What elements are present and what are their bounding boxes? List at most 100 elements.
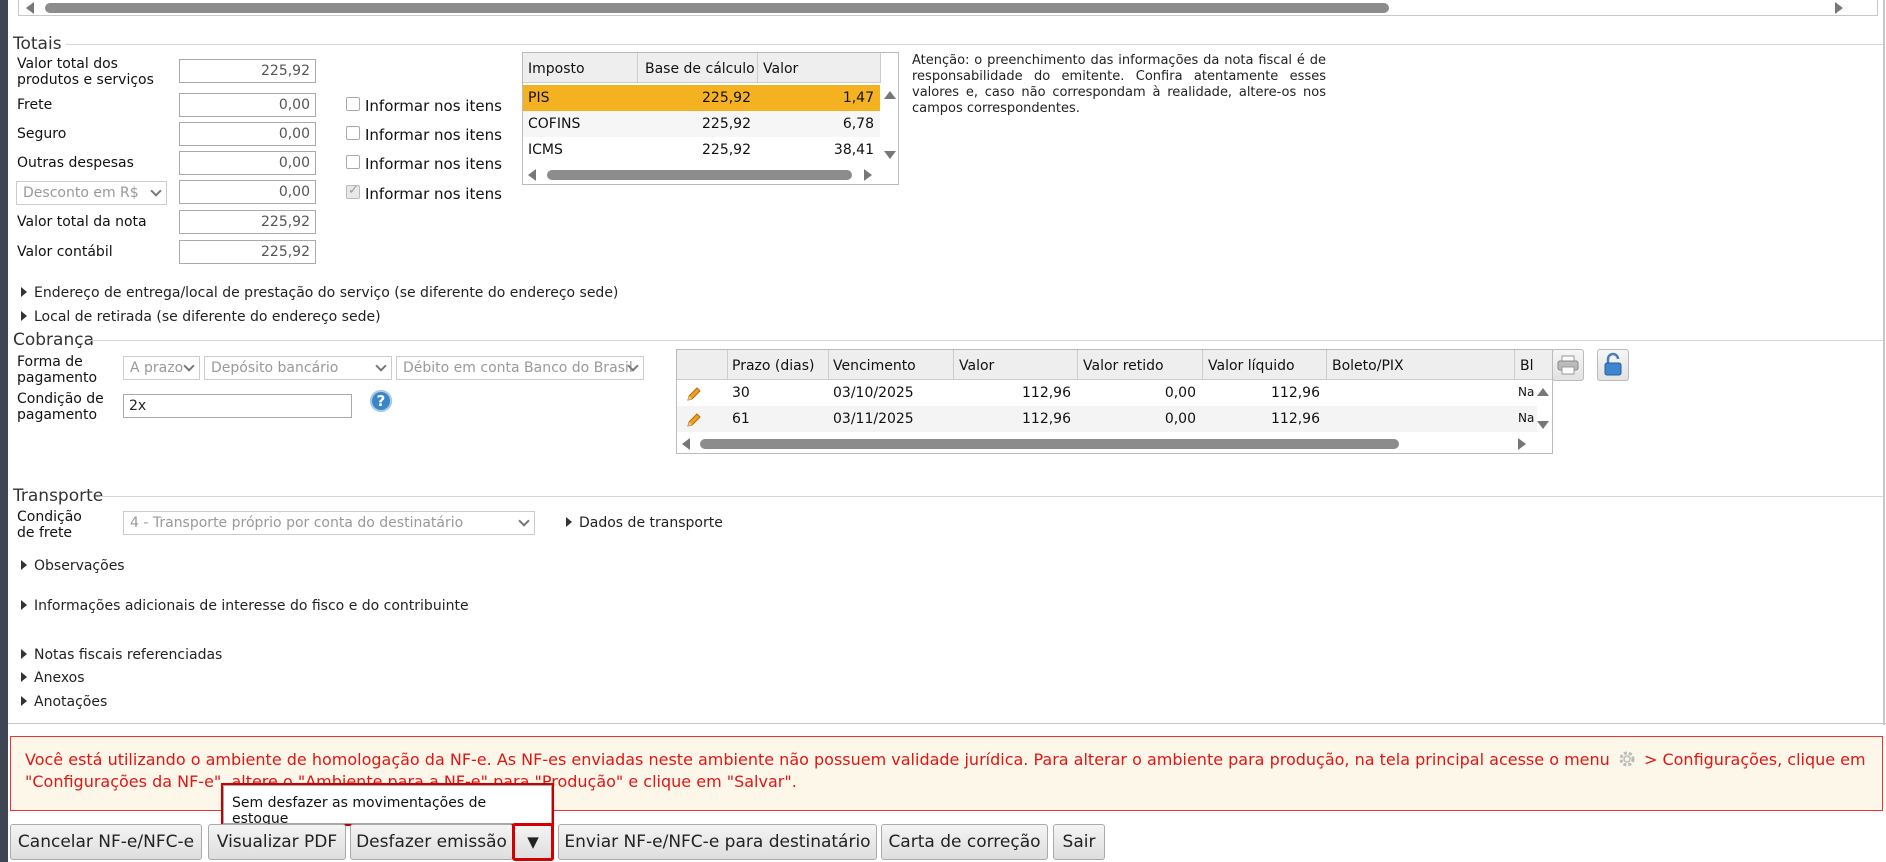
chevron-down-icon xyxy=(150,185,162,197)
impostos-grid: Imposto Base de cálculo Valor PIS 225,92… xyxy=(522,52,899,185)
imposto-cell: COFINS xyxy=(528,116,581,132)
scroll-up-icon[interactable] xyxy=(1537,388,1549,396)
print-button[interactable] xyxy=(1552,349,1584,381)
scroll-down-icon[interactable] xyxy=(884,151,896,159)
informar-itens-seguro-checkbox[interactable] xyxy=(346,126,360,140)
expander-observacoes[interactable]: Observações xyxy=(21,558,125,574)
visualizar-pdf-button[interactable]: Visualizar PDF xyxy=(208,824,346,860)
label-forma-pagamento: Forma de pagamento xyxy=(17,354,98,386)
expand-arrow-icon xyxy=(21,560,27,570)
expander-informacoes-adicionais[interactable]: Informações adicionais de interesse do f… xyxy=(21,598,469,614)
condicao-frete-select[interactable]: 4 - Transporte próprio por conta do dest… xyxy=(123,511,535,535)
expander-anotacoes[interactable]: Anotações xyxy=(21,694,107,710)
header-prazo: Prazo (dias) xyxy=(732,358,815,374)
scroll-right-icon[interactable] xyxy=(1835,2,1843,14)
scroll-up-icon[interactable] xyxy=(884,91,896,99)
expander-notas-referenciadas[interactable]: Notas fiscais referenciadas xyxy=(21,647,222,663)
header-vencimento: Vencimento xyxy=(833,358,916,374)
label-frete: Frete xyxy=(17,97,53,113)
valor-total-produtos-field[interactable]: 225,92 xyxy=(179,59,316,83)
condicao-pagamento-input[interactable]: 2x xyxy=(123,394,352,418)
base-cell: 225,92 xyxy=(702,90,751,106)
scroll-left-icon[interactable] xyxy=(528,169,536,181)
prazo-cell: 30 xyxy=(732,385,750,401)
chevron-down-icon xyxy=(518,515,530,527)
atencao-text: Atenção: o preenchimento das informações… xyxy=(912,53,1326,116)
bl-cell: Na xyxy=(1518,385,1535,399)
forma-select-conta[interactable]: Débito em conta Banco do Brasil xyxy=(396,356,644,380)
gear-icon xyxy=(1619,751,1635,767)
parcelas-grid: Prazo (dias) Vencimento Valor Valor reti… xyxy=(676,349,1553,454)
scroll-right-icon[interactable] xyxy=(864,169,872,181)
expander-dados-transporte[interactable]: Dados de transporte xyxy=(566,515,723,531)
help-icon[interactable]: ? xyxy=(370,390,392,412)
forma-select-tipo[interactable]: Depósito bancário xyxy=(204,356,392,380)
valor-contabil-field[interactable]: 225,92 xyxy=(179,240,316,264)
desfazer-emissao-button[interactable]: Desfazer emissão xyxy=(350,824,513,860)
expander-anexos[interactable]: Anexos xyxy=(21,670,85,686)
section-divider xyxy=(100,496,1883,497)
label-condicao-pagamento: Condição de pagamento xyxy=(17,391,104,423)
impostos-scrollbar-thumb[interactable] xyxy=(547,170,852,180)
section-title-transporte: Transporte xyxy=(13,486,104,506)
informar-itens-outras-checkbox[interactable] xyxy=(346,155,360,169)
retido-cell: 0,00 xyxy=(1164,411,1196,427)
outras-despesas-field[interactable]: 0,00 xyxy=(179,151,316,175)
header-boleto-pix: Boleto/PIX xyxy=(1332,358,1404,374)
imposto-cell: PIS xyxy=(528,90,550,106)
desfazer-dropdown-toggle[interactable]: ▼ xyxy=(512,823,554,861)
scroll-down-icon[interactable] xyxy=(1537,421,1549,429)
valor-cell: 38,41 xyxy=(833,142,874,158)
chevron-down-icon xyxy=(375,360,387,372)
cancelar-nfe-button[interactable]: Cancelar NF-e/NFC-e xyxy=(10,824,202,860)
scrollbar-thumb[interactable] xyxy=(45,3,1389,13)
expand-arrow-icon xyxy=(21,696,27,706)
unlock-button[interactable] xyxy=(1597,349,1629,381)
liquido-cell: 112,96 xyxy=(1271,411,1320,427)
parcelas-scrollbar-thumb[interactable] xyxy=(700,439,1399,449)
seguro-field[interactable]: 0,00 xyxy=(179,122,316,146)
frete-field[interactable]: 0,00 xyxy=(179,93,316,117)
expander-local-retirada[interactable]: Local de retirada (se diferente do ender… xyxy=(21,309,381,325)
expand-arrow-icon xyxy=(21,311,27,321)
label-valor-total-produtos: Valor total dos produtos e serviços xyxy=(17,56,154,88)
expand-arrow-icon xyxy=(21,287,27,297)
enviar-nfe-button[interactable]: Enviar NF-e/NFC-e para destinatário xyxy=(558,824,877,860)
retido-cell: 0,00 xyxy=(1164,385,1196,401)
liquido-cell: 112,96 xyxy=(1271,385,1320,401)
valor-total-nota-field[interactable]: 225,92 xyxy=(179,210,316,234)
sem-desfazer-menu-item[interactable]: Sem desfazer as movimentações de estoque xyxy=(223,785,552,827)
label-outras-despesas: Outras despesas xyxy=(17,155,134,171)
label-condicao-frete: Condição de frete xyxy=(17,509,82,541)
informar-itens-desconto-checkbox[interactable] xyxy=(346,183,360,199)
section-divider xyxy=(91,340,1883,341)
vencimento-cell: 03/11/2025 xyxy=(833,411,914,427)
informar-itens-frete-checkbox[interactable] xyxy=(346,97,360,111)
forma-select-prazo[interactable]: A prazo xyxy=(123,356,200,380)
right-edge-line xyxy=(1883,0,1885,725)
top-horizontal-scrollbar[interactable] xyxy=(18,0,1878,16)
prazo-cell: 61 xyxy=(732,411,750,427)
base-cell: 225,92 xyxy=(702,116,751,132)
scroll-left-icon[interactable] xyxy=(682,438,690,450)
scroll-left-icon[interactable] xyxy=(26,2,34,14)
desconto-field[interactable]: 0,00 xyxy=(179,180,316,204)
expander-endereco-entrega[interactable]: Endereço de entrega/local de prestação d… xyxy=(21,285,618,301)
header-valor-retido: Valor retido xyxy=(1083,358,1164,374)
edit-pencil-icon[interactable] xyxy=(685,411,703,429)
header-base-calculo: Base de cálculo xyxy=(645,61,755,77)
expand-arrow-icon xyxy=(21,600,27,610)
section-title-totais: Totais xyxy=(13,34,62,54)
label-valor-total-nota: Valor total da nota xyxy=(17,214,147,230)
unlock-icon xyxy=(1604,352,1622,376)
warning-text-config: > Configurações, xyxy=(1643,750,1783,769)
scroll-right-icon[interactable] xyxy=(1518,438,1526,450)
label-seguro: Seguro xyxy=(17,126,67,142)
sair-button[interactable]: Sair xyxy=(1053,824,1105,860)
bl-cell: Na xyxy=(1518,411,1535,425)
desconto-select[interactable]: Desconto em R$ xyxy=(16,181,167,205)
carta-correcao-button[interactable]: Carta de correção xyxy=(881,824,1048,860)
left-edge-bar xyxy=(0,0,8,862)
edit-pencil-icon[interactable] xyxy=(685,385,703,403)
valor-cell: 112,96 xyxy=(1022,385,1071,401)
